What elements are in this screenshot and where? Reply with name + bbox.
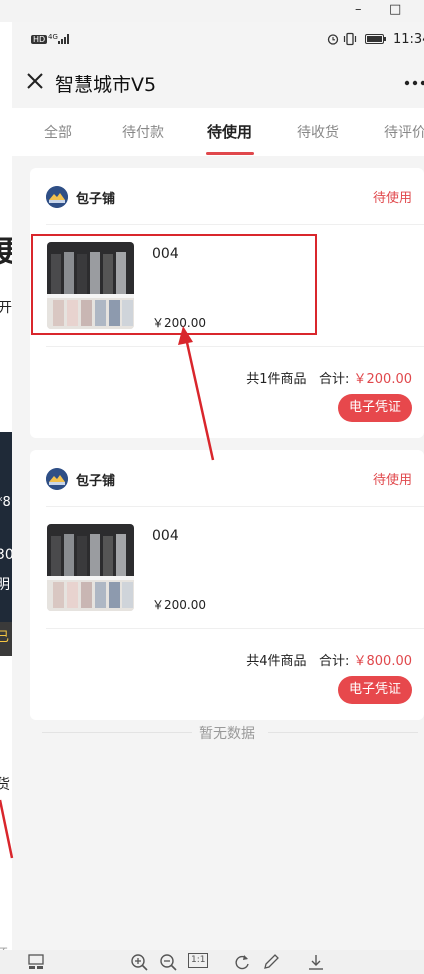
item-count: 共1件商品: [246, 372, 307, 387]
shop-logo: [46, 468, 68, 490]
shop-logo: [46, 186, 68, 208]
maximize-button[interactable]: □: [389, 2, 401, 17]
close-icon[interactable]: [22, 68, 48, 94]
zoom-out-icon[interactable]: [159, 953, 177, 971]
order-status: 待使用: [372, 473, 412, 488]
tab-pending-payment[interactable]: 待付款: [122, 122, 164, 142]
product-thumbnail[interactable]: [47, 524, 134, 611]
more-icon[interactable]: [404, 80, 424, 86]
rotate-icon[interactable]: [233, 953, 251, 971]
minimize-button[interactable]: –: [355, 2, 362, 17]
phone-screen: HD 4G 11:34 智慧城市V5 全部 待付款 待使用 待: [12, 22, 424, 950]
vibrate-icon: [343, 32, 357, 46]
page-title: 智慧城市V5: [55, 74, 157, 96]
edit-icon[interactable]: [262, 953, 280, 971]
divider: [46, 628, 424, 629]
no-data-indicator: 暂无数据: [12, 718, 424, 748]
product-price: ￥200.00: [152, 598, 206, 612]
shop-name[interactable]: 包子铺: [76, 470, 115, 489]
total-label: 合计:: [318, 372, 350, 387]
item-count: 共4件商品: [246, 654, 307, 669]
background-image-fragment: [0, 432, 12, 652]
order-card[interactable]: 包子铺 待使用 004 ￥200.00 共4件商品 合计: ￥800.00 电子…: [30, 450, 424, 720]
background-fragment: 已: [0, 626, 9, 645]
active-tab-indicator: [206, 152, 254, 155]
thumbnail-icon[interactable]: [28, 954, 44, 970]
order-status: 待使用: [372, 191, 412, 206]
annotation-highlight-box: [31, 234, 317, 335]
no-data-text: 暂无数据: [199, 726, 255, 742]
clock: 11:34: [393, 32, 424, 47]
download-icon[interactable]: [307, 953, 325, 971]
network-label: 4G: [48, 33, 58, 41]
divider: [268, 732, 418, 733]
tab-pending-use[interactable]: 待使用: [207, 121, 252, 142]
background-fragment: *8: [0, 495, 11, 510]
divider: [46, 506, 424, 507]
shop-name[interactable]: 包子铺: [76, 188, 115, 207]
order-total: ￥800.00: [353, 654, 413, 669]
actual-size-icon[interactable]: 1:1: [188, 953, 209, 968]
divider: [46, 224, 424, 225]
tab-pending-review[interactable]: 待评价: [384, 122, 424, 142]
battery-icon: [365, 34, 386, 44]
hd-badge: HD: [31, 35, 48, 44]
alarm-icon: [327, 34, 339, 45]
tab-all[interactable]: 全部: [44, 122, 72, 142]
window-title-bar: – □: [0, 0, 424, 22]
background-fragment: 货: [0, 774, 10, 794]
nav-bar: 智慧城市V5: [12, 58, 424, 108]
e-voucher-button[interactable]: 电子凭证: [338, 676, 412, 704]
tab-pending-receipt[interactable]: 待收货: [297, 122, 339, 142]
product-name[interactable]: 004: [152, 528, 179, 544]
e-voucher-button[interactable]: 电子凭证: [338, 394, 412, 422]
order-summary: 共1件商品 合计: ￥200.00: [246, 368, 412, 387]
viewer-toolbar: 1:1: [0, 950, 424, 974]
signal-icon: [58, 34, 69, 44]
status-bar: HD 4G 11:34: [12, 22, 424, 58]
order-summary: 共4件商品 合计: ￥800.00: [246, 650, 412, 669]
divider: [46, 346, 424, 347]
order-total: ￥200.00: [353, 372, 413, 387]
total-label: 合计:: [318, 654, 350, 669]
background-fragment: 开: [0, 297, 12, 317]
order-tabs: 全部 待付款 待使用 待收货 待评价: [12, 108, 424, 156]
divider: [42, 732, 192, 733]
zoom-in-icon[interactable]: [130, 953, 148, 971]
background-fragment: 明: [0, 574, 10, 594]
